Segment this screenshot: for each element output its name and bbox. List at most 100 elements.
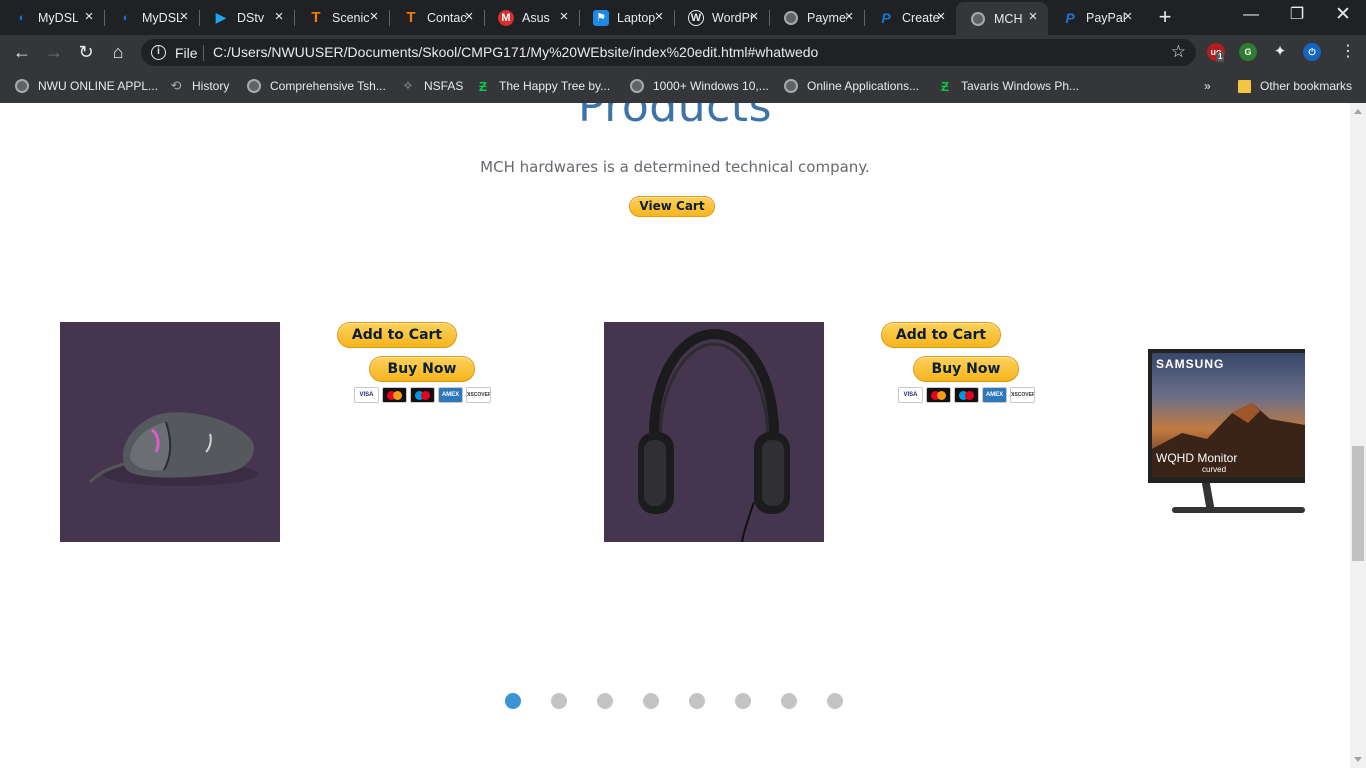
tab-11[interactable]: P PayPal × [1048,2,1143,33]
close-icon[interactable]: × [842,9,856,24]
close-icon[interactable]: × [934,9,948,24]
tab-3[interactable]: T Scenic × [294,2,390,33]
monitor-stand [1201,483,1215,507]
add-to-cart-button[interactable]: Add to Cart [337,322,457,348]
other-bookmarks[interactable]: Other bookmarks [1236,77,1352,95]
address-bar[interactable]: i File C:/Users/NWUUSER/Documents/Skool/… [141,39,1196,66]
bookmark-nsfas[interactable]: ✧ NSFAS [400,77,464,95]
browser-toolbar: ← → ↻ ⌂ i File C:/Users/NWUUSER/Document… [0,35,1366,69]
tab-title: Scenic [332,10,370,25]
forward-arrow-icon[interactable]: → [42,40,66,64]
ublock-icon[interactable]: uo1 [1207,43,1225,62]
bookmark-label: Tavaris Windows Ph... [961,79,1080,93]
close-icon[interactable]: × [272,9,286,24]
tab-1[interactable]: ◐ MyDSL × [104,2,200,33]
tab-8[interactable]: Payment × [769,2,865,33]
carousel-dot-3[interactable] [597,693,613,709]
carousel-dot-2[interactable] [551,693,567,709]
address-url[interactable]: C:/Users/NWUUSER/Documents/Skool/CMPG171… [213,44,818,60]
globe-icon [246,78,262,94]
monitor-base [1172,507,1305,513]
carousel-dot-6[interactable] [735,693,751,709]
close-icon[interactable]: × [557,9,571,24]
bookmark-comprehensive[interactable]: Comprehensive Tsh... [246,77,386,95]
close-icon[interactable]: × [82,9,96,24]
scrollbar-thumb[interactable] [1352,446,1364,561]
close-icon[interactable]: × [1121,9,1135,24]
mastercard-icon [926,387,951,403]
buy-now-button[interactable]: Buy Now [369,356,475,382]
scroll-down-arrow-icon[interactable] [1354,757,1362,762]
globe-icon [783,78,799,94]
tab-7[interactable]: W WordPress × [674,2,770,33]
maestro-icon [410,387,435,403]
amex-icon: AMEX [982,387,1007,403]
bookmark-tavaris[interactable]: Ƶ Tavaris Windows Ph... [937,77,1079,95]
bookmark-label: History [192,79,230,93]
view-cart-button[interactable]: View Cart [629,196,715,217]
bookmark-nwu[interactable]: NWU ONLINE APPL... [14,77,158,95]
close-icon[interactable]: × [367,9,381,24]
new-tab-button[interactable]: + [1153,6,1177,30]
minimize-icon[interactable]: — [1228,0,1274,32]
bookmarks-overflow-icon[interactable]: » [1204,77,1211,95]
tab-title: Laptop [617,10,656,25]
tab-5[interactable]: M Asus × [484,2,580,33]
bookmark-happy-tree[interactable]: Ƶ The Happy Tree by... [475,77,610,95]
bookmark-star-icon[interactable]: ☆ [1171,42,1186,62]
close-icon[interactable]: × [177,9,191,24]
menu-kebab-icon[interactable]: ⋮ [1336,40,1360,64]
tab-6[interactable]: ⚑ Laptop × [579,2,675,33]
extensions-puzzle-icon[interactable]: ✦ [1271,43,1289,61]
tab-title: PayPal [1086,10,1126,25]
monitor-brand: SAMSUNG [1156,357,1225,371]
discover-icon: DISCOVER [1010,387,1035,403]
back-arrow-icon[interactable]: ← [10,40,34,64]
carousel-dot-1[interactable] [505,693,521,709]
power-icon[interactable]: ⏻ [1303,43,1321,61]
extension-badge: 1 [1216,52,1225,62]
buy-now-button[interactable]: Buy Now [913,356,1019,382]
tab-title: Payment [807,10,847,25]
tab-2[interactable]: ▶ DStv × [199,2,295,33]
t-orange-icon: T [311,9,321,26]
restore-icon[interactable]: ❐ [1274,0,1320,32]
page-content: Products MCH hardwares is a determined t… [0,103,1350,768]
tab-10-active[interactable]: MCH × [956,2,1048,35]
tab-strip: ◐ MyDSL × ◐ MyDSL × ▶ DStv × T Scenic × … [0,0,1366,35]
close-icon[interactable]: × [747,9,761,24]
tab-9[interactable]: P Create × [864,2,956,33]
window-close-icon[interactable]: ✕ [1320,0,1366,32]
carousel-dot-5[interactable] [689,693,705,709]
bookmark-windows10[interactable]: 1000+ Windows 10,... [629,77,769,95]
product-image-headphones[interactable] [604,322,824,542]
page-scrollbar[interactable] [1350,103,1366,768]
visa-icon: VISA [898,387,923,403]
discover-icon: DISCOVER [466,387,491,403]
carousel-dot-8[interactable] [827,693,843,709]
info-icon[interactable]: i [151,45,166,60]
globe-icon [629,78,645,94]
product-image-mouse[interactable] [60,322,280,542]
scroll-up-arrow-icon[interactable] [1354,109,1362,114]
home-icon[interactable]: ⌂ [106,40,130,64]
product-image-monitor[interactable]: SAMSUNG WQHD Monitor curved [1148,349,1305,543]
headphones-icon [638,328,790,542]
carousel-dot-7[interactable] [781,693,797,709]
bookmark-history[interactable]: ⟲ History [168,77,230,95]
visa-icon: VISA [354,387,379,403]
tab-0[interactable]: ◐ MyDSL × [0,2,105,33]
close-icon[interactable]: × [462,9,476,24]
history-icon: ⟲ [170,78,182,93]
tab-4[interactable]: T Contact × [389,2,485,33]
reload-icon[interactable]: ↻ [74,40,98,64]
maestro-icon [954,387,979,403]
bookmark-online-applications[interactable]: Online Applications... [783,77,919,95]
close-icon[interactable]: × [652,9,666,24]
deviantart-icon: Ƶ [479,78,487,94]
bookmark-label: Online Applications... [807,79,920,93]
carousel-dot-4[interactable] [643,693,659,709]
grammarly-icon[interactable]: G [1239,43,1257,61]
close-icon[interactable]: × [1026,9,1040,24]
add-to-cart-button[interactable]: Add to Cart [881,322,1001,348]
